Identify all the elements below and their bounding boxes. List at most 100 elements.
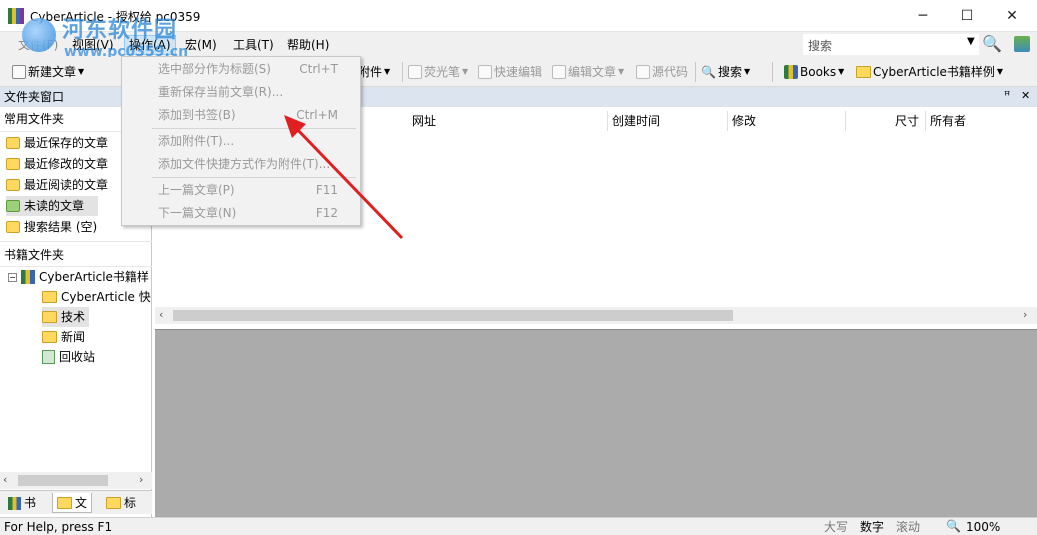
menu-item-label: 上一篇文章(P) — [158, 183, 235, 197]
search-folder-icon — [6, 221, 20, 233]
status-zoom[interactable]: 100% — [966, 519, 1000, 535]
search-dropdown-icon[interactable]: ▼ — [967, 36, 975, 47]
list-horizontal-scrollbar[interactable]: ‹ › — [155, 307, 1037, 324]
quick-edit-icon — [478, 65, 492, 79]
books-icon — [8, 496, 21, 510]
new-article-button[interactable]: 新建文章 ▼ — [12, 63, 84, 81]
menu-item-add-attachment[interactable]: 添加附件(T)... — [122, 130, 360, 152]
scrollbar-thumb[interactable] — [18, 475, 108, 486]
column-owner[interactable]: 所有者 — [926, 111, 1026, 131]
menu-item-shortcut: Ctrl+M — [296, 108, 338, 122]
chevron-down-icon: ▼ — [996, 67, 1004, 76]
magnifier-icon[interactable]: 🔍 — [982, 34, 1002, 53]
scrollbar-thumb[interactable] — [173, 310, 733, 321]
menu-view[interactable]: 视图(V) — [68, 35, 118, 55]
panel-close-icon[interactable]: ✕ — [1021, 89, 1030, 102]
minimize-button[interactable]: ─ — [900, 0, 946, 31]
book-sample-button[interactable]: CyberArticle书籍样例 ▼ — [856, 63, 1003, 81]
tab-label: 标 — [124, 496, 137, 510]
scroll-left-icon[interactable]: ‹ — [159, 308, 163, 321]
folder-recent-read[interactable]: 最近阅读的文章 — [6, 175, 108, 195]
scroll-left-icon[interactable]: ‹ — [3, 473, 7, 486]
tab-articles[interactable]: 文 — [52, 493, 93, 513]
title-bar: CyberArticle - 授权给 pc0359 ─ ☐ ✕ — [0, 0, 1037, 32]
search-button[interactable]: 🔍 搜索 ▼ — [701, 63, 750, 81]
tab-bookmarks[interactable]: 标 — [102, 493, 140, 513]
search-input[interactable]: 搜索 ▼ — [803, 34, 979, 55]
column-modified[interactable]: 修改 — [728, 111, 846, 131]
tab-label: 书 — [24, 496, 37, 510]
close-button[interactable]: ✕ — [989, 0, 1035, 31]
search-icon: 🔍 — [701, 65, 716, 79]
search-label: 搜索 — [808, 39, 833, 53]
menu-item-add-file-shortcut[interactable]: 添加文件快捷方式作为附件(T)... — [122, 153, 360, 175]
menu-file[interactable]: 文件(F) — [14, 35, 62, 55]
folder-icon — [856, 66, 871, 78]
column-url[interactable]: 网址 — [408, 111, 608, 131]
column-created[interactable]: 创建时间 — [608, 111, 728, 131]
tree-item-label: CyberArticle 快 — [61, 290, 151, 304]
highlighter-label: 荧光笔 — [424, 65, 461, 79]
clock-folder-icon — [6, 179, 20, 191]
edit-article-button[interactable]: 编辑文章 ▼ — [552, 63, 624, 81]
books-icon — [784, 65, 798, 79]
highlighter-button[interactable]: 荧光笔 ▼ — [408, 63, 468, 81]
folder-unread[interactable]: 未读的文章 — [6, 196, 99, 216]
tab-books[interactable]: 书 — [4, 493, 40, 513]
folder-search-results[interactable]: 搜索结果 (空) — [6, 217, 97, 237]
books-button[interactable]: Books ▼ — [784, 63, 844, 81]
menu-operation[interactable]: 操作(A) — [124, 35, 176, 55]
menu-separator — [152, 128, 356, 129]
scroll-right-icon[interactable]: › — [139, 473, 143, 486]
users-icon[interactable] — [1014, 36, 1030, 52]
preview-pane[interactable] — [155, 329, 1037, 517]
clock-folder-icon — [6, 158, 20, 170]
menu-tools[interactable]: 工具(T) — [229, 35, 278, 55]
tree-root-book[interactable]: − CyberArticle书籍样 — [8, 267, 149, 287]
operation-menu: 选中部分作为标题(S) Ctrl+T 重新保存当前文章(R)... 添加到书签(B… — [121, 56, 361, 226]
tree-item-news[interactable]: 新闻 — [42, 327, 85, 347]
column-size[interactable]: 尺寸 — [846, 111, 926, 131]
attachment-label: 附件 — [358, 65, 383, 79]
scroll-right-icon[interactable]: › — [1023, 308, 1027, 321]
unread-folder-icon — [6, 200, 20, 212]
app-icon — [8, 8, 24, 24]
tree-item-label: 技术 — [61, 310, 86, 324]
menu-help[interactable]: 帮助(H) — [283, 35, 333, 55]
tree-item-recycle[interactable]: 回收站 — [42, 347, 95, 367]
menu-separator — [152, 177, 356, 178]
pin-icon[interactable]: ꟸ — [1004, 89, 1010, 102]
folder-icon — [42, 311, 57, 323]
menu-item-add-bookmark[interactable]: 添加到书签(B) Ctrl+M — [122, 104, 360, 126]
zoom-icon[interactable]: 🔍 — [946, 518, 961, 534]
menu-item-previous-article[interactable]: 上一篇文章(P) F11 — [122, 179, 360, 201]
menu-bar: 文件(F) 视图(V) 操作(A) 宏(M) 工具(T) 帮助(H) 搜索 ▼ … — [0, 32, 1037, 57]
tree-item-label: 回收站 — [59, 350, 96, 364]
folder-icon — [57, 496, 72, 509]
window-title: CyberArticle - 授权给 pc0359 — [30, 10, 201, 24]
maximize-button[interactable]: ☐ — [944, 0, 990, 31]
menu-item-shortcut: F11 — [315, 183, 338, 197]
book-folders-title: 书籍文件夹 — [4, 248, 65, 262]
chevron-down-icon: ▼ — [618, 67, 625, 76]
folder-panel-tabs: 书 文 标 — [0, 490, 152, 514]
menu-item-next-article[interactable]: 下一篇文章(N) F12 — [122, 202, 360, 224]
menu-macro[interactable]: 宏(M) — [181, 35, 221, 55]
attachment-button[interactable]: 附件 ▼ — [358, 63, 390, 81]
folder-horizontal-scrollbar[interactable]: ‹ › — [0, 472, 152, 489]
tree-item-quick[interactable]: CyberArticle 快 — [42, 287, 151, 307]
folder-recent-saved[interactable]: 最近保存的文章 — [6, 133, 108, 153]
source-code-button[interactable]: 源代码 — [636, 63, 688, 81]
edit-article-label: 编辑文章 — [568, 65, 617, 79]
source-code-icon — [636, 65, 650, 79]
tree-item-label: 新闻 — [61, 330, 86, 344]
collapse-toggle-icon[interactable]: − — [8, 272, 17, 282]
menu-item-label: 选中部分作为标题(S) — [158, 62, 271, 76]
clock-folder-icon — [6, 137, 20, 149]
quick-edit-button[interactable]: 快速编辑 — [478, 63, 542, 81]
tree-item-tech[interactable]: 技术 — [42, 307, 90, 327]
folder-recent-modified[interactable]: 最近修改的文章 — [6, 154, 108, 174]
status-help-text: For Help, press F1 — [4, 520, 113, 534]
menu-item-resave-article[interactable]: 重新保存当前文章(R)... — [122, 81, 360, 103]
menu-item-selection-as-title[interactable]: 选中部分作为标题(S) Ctrl+T — [122, 58, 360, 80]
